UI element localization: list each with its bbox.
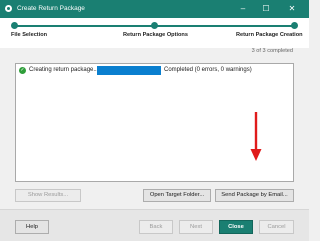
step-label-return-package-options: Return Package Options <box>123 32 188 38</box>
task-progress-fill <box>97 66 161 75</box>
task-label: Creating return package... <box>29 67 99 73</box>
minimize-button[interactable]: – <box>233 0 253 18</box>
cancel-button[interactable]: Cancel <box>259 220 294 234</box>
annotation-arrow-icon <box>250 112 262 161</box>
step-label-return-package-creation: Return Package Creation <box>236 32 303 38</box>
close-window-button[interactable]: ✕ <box>282 0 302 18</box>
open-target-folder-button[interactable]: Open Target Folder... <box>143 189 211 202</box>
step-label-file-selection: File Selection <box>11 32 48 38</box>
task-row[interactable]: ✓ Creating return package... Completed (… <box>17 65 292 75</box>
maximize-button[interactable]: ☐ <box>256 0 276 18</box>
step-dot-return-package-creation <box>291 21 298 29</box>
success-check-icon: ✓ <box>19 66 26 74</box>
task-progress-bar <box>97 66 161 75</box>
wizard-steps: File Selection Return Package Options Re… <box>0 18 309 48</box>
window-title: Create Return Package <box>17 5 85 12</box>
show-results-button[interactable]: Show Results... <box>15 189 81 202</box>
task-status: Completed (0 errors, 0 warnings) <box>164 67 252 73</box>
completion-count: 3 of 3 completed <box>251 48 293 54</box>
help-button[interactable]: Help <box>15 220 49 234</box>
send-package-by-email-button[interactable]: Send Package by Email... <box>215 189 294 202</box>
next-button[interactable]: Next <box>179 220 213 234</box>
app-logo-icon <box>5 5 12 12</box>
close-button[interactable]: Close <box>219 220 253 234</box>
back-button[interactable]: Back <box>139 220 173 234</box>
dialog-footer: Help Back Next Close Cancel <box>0 209 309 241</box>
title-bar: Create Return Package – ☐ ✕ <box>0 0 309 18</box>
step-dot-return-package-options <box>151 21 158 29</box>
step-dot-file-selection <box>11 21 18 29</box>
